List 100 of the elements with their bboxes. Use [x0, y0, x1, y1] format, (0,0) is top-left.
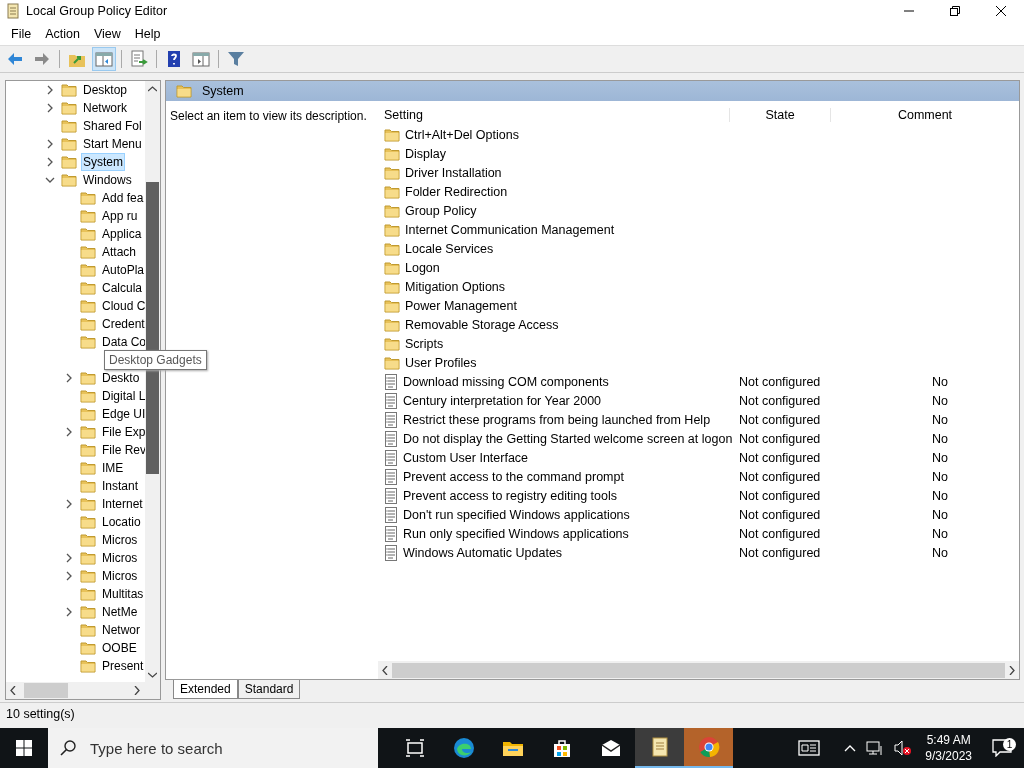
- setting-name[interactable]: Removable Storage Access: [405, 317, 559, 332]
- tree-item[interactable]: IME: [100, 459, 126, 477]
- volume-muted-icon[interactable]: [894, 740, 913, 756]
- search-field[interactable]: Type here to search: [48, 728, 378, 768]
- setting-name[interactable]: Do not display the Getting Started welcome screen at logon: [403, 431, 733, 446]
- tree-item[interactable]: Digital L: [100, 387, 145, 405]
- expand-chevron-icon[interactable]: [45, 139, 55, 149]
- expand-chevron-icon[interactable]: [64, 571, 74, 581]
- setting-name[interactable]: Folder Redirection: [405, 184, 508, 199]
- policy-document-icon: [384, 487, 398, 504]
- scrollbar-thumb[interactable]: [24, 683, 68, 698]
- menu-item[interactable]: Help: [127, 24, 168, 43]
- setting-name[interactable]: Locale Services: [405, 241, 494, 256]
- setting-name[interactable]: Download missing COM components: [403, 374, 609, 389]
- tree-item[interactable]: Applica: [100, 225, 144, 243]
- setting-name[interactable]: Driver Installation: [405, 165, 502, 180]
- tree-item[interactable]: Micros: [100, 549, 140, 567]
- tree-item[interactable]: Calcula: [100, 279, 145, 297]
- tree-item[interactable]: Networ: [100, 621, 142, 639]
- setting-name[interactable]: Don't run specified Windows applications: [403, 507, 630, 522]
- expand-chevron-icon[interactable]: [64, 499, 74, 509]
- network-icon[interactable]: [866, 740, 885, 756]
- folder-icon: [384, 165, 400, 180]
- expand-chevron-icon[interactable]: [64, 607, 74, 617]
- setting-name[interactable]: Mitigation Options: [405, 279, 506, 294]
- state-cell: Not configured: [739, 374, 821, 389]
- tree-item[interactable]: Present: [100, 657, 145, 675]
- view-tab[interactable]: Standard: [237, 680, 301, 699]
- windows-logo-icon: [16, 740, 32, 756]
- tree-item[interactable]: Windows: [81, 171, 134, 189]
- tree-item[interactable]: NetMe: [100, 603, 140, 621]
- tree-item[interactable]: Cloud C: [100, 297, 145, 315]
- setting-name[interactable]: Display: [405, 146, 446, 161]
- chevron-up-icon[interactable]: [844, 744, 857, 752]
- notification-count: 1: [1003, 738, 1016, 751]
- state-cell: Not configured: [739, 431, 821, 446]
- tree-item[interactable]: Micros: [100, 531, 140, 549]
- menu-item[interactable]: View: [86, 24, 128, 43]
- clock[interactable]: 5:49 AM 9/3/2023: [917, 732, 980, 764]
- setting-name[interactable]: Group Policy: [405, 203, 477, 218]
- setting-name[interactable]: Custom User Interface: [403, 450, 529, 465]
- column-header[interactable]: Setting: [384, 108, 423, 122]
- tree-item[interactable]: Data Co: [100, 333, 145, 351]
- setting-name[interactable]: User Profiles: [405, 355, 477, 370]
- tree-item[interactable]: Edge UI: [100, 405, 145, 423]
- tree-item[interactable]: Add fea: [100, 189, 145, 207]
- news-icon[interactable]: [798, 740, 821, 756]
- tree-item[interactable]: Network: [81, 99, 129, 117]
- setting-name[interactable]: Logon: [405, 260, 440, 275]
- state-cell: Not configured: [739, 507, 821, 522]
- scrollbar-thumb[interactable]: [392, 662, 1005, 678]
- view-tab[interactable]: Extended: [173, 680, 238, 699]
- tree-item[interactable]: Multitas: [100, 585, 145, 603]
- policy-document-icon: [384, 430, 398, 447]
- collapse-chevron-icon[interactable]: [45, 175, 55, 185]
- expand-chevron-icon[interactable]: [64, 373, 74, 383]
- column-header[interactable]: State: [729, 108, 830, 122]
- setting-name[interactable]: Power Management: [405, 298, 517, 313]
- setting-name[interactable]: Internet Communication Management: [405, 222, 615, 237]
- tree-item[interactable]: System: [81, 153, 125, 171]
- expand-chevron-icon[interactable]: [45, 157, 55, 167]
- expand-chevron-icon[interactable]: [64, 553, 74, 563]
- taskbar-app[interactable]: [635, 728, 684, 768]
- state-cell: Not configured: [739, 412, 821, 427]
- tree-item[interactable]: AutoPla: [100, 261, 145, 279]
- comment-cell: No: [932, 412, 948, 427]
- tree-item[interactable]: Attach: [100, 243, 139, 261]
- setting-name[interactable]: Restrict these programs from being launched from Help: [403, 412, 711, 427]
- setting-name[interactable]: Windows Automatic Updates: [403, 545, 563, 560]
- setting-name[interactable]: Scripts: [405, 336, 444, 351]
- setting-name[interactable]: Century interpretation for Year 2000: [403, 393, 602, 408]
- tree-item[interactable]: Credent: [100, 315, 145, 333]
- policy-document-icon: [384, 392, 398, 409]
- tree-item[interactable]: Locatio: [100, 513, 143, 531]
- expand-chevron-icon[interactable]: [64, 427, 74, 437]
- menu-item[interactable]: Action: [38, 24, 87, 43]
- tree-item[interactable]: Start Menu: [81, 135, 144, 153]
- tree-item[interactable]: Deskto: [100, 369, 142, 387]
- notifications-button[interactable]: 1: [980, 739, 1024, 757]
- setting-name[interactable]: Ctrl+Alt+Del Options: [405, 127, 519, 142]
- tree-item[interactable]: Internet: [100, 495, 145, 513]
- expand-chevron-icon[interactable]: [45, 85, 55, 95]
- folder-icon: [384, 184, 400, 199]
- expand-chevron-icon[interactable]: [45, 103, 55, 113]
- setting-name[interactable]: Prevent access to the command prompt: [403, 469, 624, 484]
- setting-name[interactable]: Prevent access to registry editing tools: [403, 488, 617, 503]
- folder-icon: [384, 298, 400, 313]
- tree-item[interactable]: File Exp: [100, 423, 145, 441]
- tree-item[interactable]: App ru: [100, 207, 140, 225]
- tree-item[interactable]: Desktop: [81, 81, 130, 99]
- comment-cell: No: [932, 488, 948, 503]
- tree-item[interactable]: Shared Fol: [81, 117, 144, 135]
- menu-item[interactable]: File: [4, 24, 39, 43]
- setting-name[interactable]: Run only specified Windows applications: [403, 526, 629, 541]
- tooltip: Desktop Gadgets: [104, 350, 207, 370]
- search-icon: [60, 740, 76, 756]
- tree-item[interactable]: OOBE: [100, 639, 139, 657]
- tree-item[interactable]: Instant: [100, 477, 141, 495]
- tree-item[interactable]: Micros: [100, 567, 140, 585]
- column-header[interactable]: Comment: [830, 108, 1019, 122]
